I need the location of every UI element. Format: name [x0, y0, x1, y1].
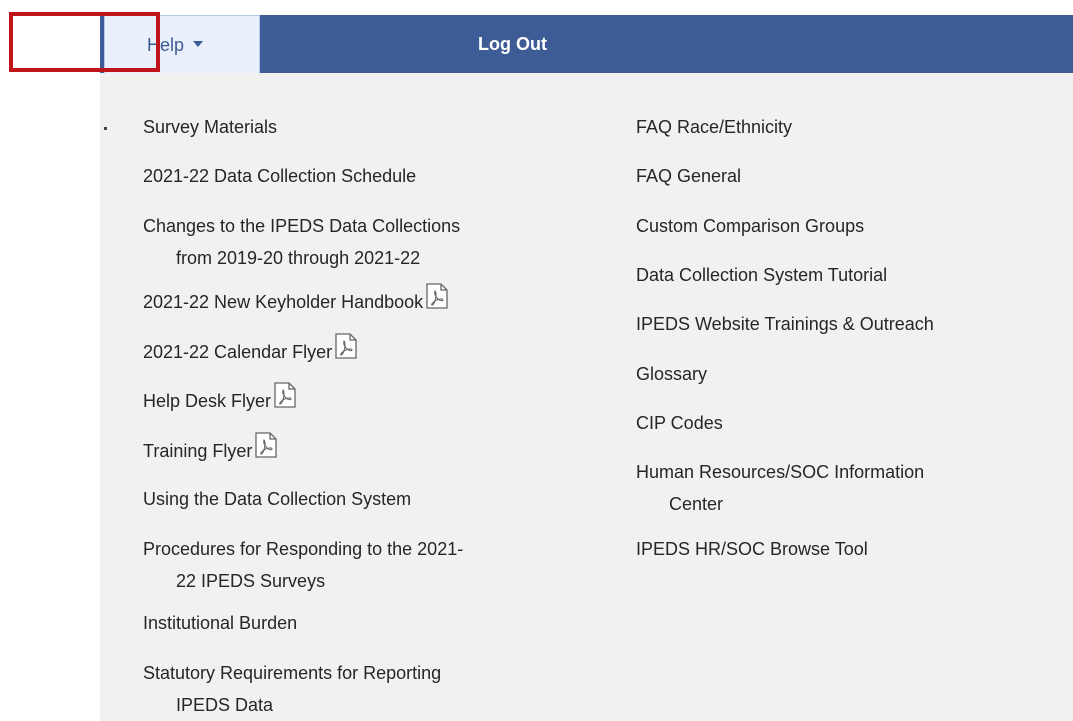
- menu-item-label: FAQ General: [636, 166, 742, 186]
- menu-item-label: Changes to the IPEDS Data Collections: [143, 216, 461, 236]
- menu-item-hr-soc-browse-tool[interactable]: IPEDS HR/SOC Browse Tool: [636, 533, 868, 565]
- menu-item-help-desk-flyer[interactable]: Help Desk Flyer: [143, 382, 297, 420]
- menu-item-faq-general[interactable]: FAQ General: [636, 160, 741, 192]
- menu-item-label: Help Desk Flyer: [143, 390, 272, 411]
- menu-item-label-line2: from 2019-20 through 2021-22: [176, 248, 421, 268]
- menu-item-changes-to-data-collections[interactable]: Changes to the IPEDS Data Collections fr…: [143, 210, 460, 274]
- menu-item-institutional-burden[interactable]: Institutional Burden: [143, 607, 297, 639]
- menu-item-human-resources-soc-info-center[interactable]: Human Resources/SOC Information Center: [636, 456, 924, 520]
- menu-item-keyholder-handbook[interactable]: 2021-22 New Keyholder Handbook: [143, 283, 449, 321]
- menu-item-label-line2: Center: [669, 494, 724, 514]
- menu-item-using-data-collection-system[interactable]: Using the Data Collection System: [143, 483, 411, 515]
- menu-item-label: 2021-22 New Keyholder Handbook: [143, 291, 424, 312]
- menu-item-label: 2021-22 Calendar Flyer: [143, 341, 333, 362]
- menu-item-label: IPEDS Website Trainings & Outreach: [636, 314, 934, 334]
- menu-item-cip-codes[interactable]: CIP Codes: [636, 407, 723, 439]
- menu-item-label: Using the Data Collection System: [143, 489, 412, 509]
- menu-item-label: Training Flyer: [143, 440, 253, 461]
- help-menu-button[interactable]: Help: [104, 15, 260, 73]
- menu-item-label-line2: IPEDS Data: [176, 695, 274, 715]
- pdf-file-icon: [334, 333, 358, 369]
- menu-item-label: IPEDS HR/SOC Browse Tool: [636, 539, 868, 559]
- menu-item-calendar-flyer[interactable]: 2021-22 Calendar Flyer: [143, 333, 358, 371]
- menu-item-label: Custom Comparison Groups: [636, 216, 865, 236]
- menu-item-label: Institutional Burden: [143, 613, 298, 633]
- page: Help Log Out Survey Materials 2021-22 Da…: [0, 0, 1073, 721]
- pdf-file-icon: [425, 283, 449, 319]
- help-menu-label: Help: [147, 35, 185, 55]
- menu-item-label: FAQ Race/Ethnicity: [636, 117, 793, 137]
- menu-item-procedures-for-responding[interactable]: Procedures for Responding to the 2021- 2…: [143, 533, 463, 597]
- menu-item-data-collection-schedule[interactable]: 2021-22 Data Collection Schedule: [143, 160, 416, 192]
- menu-item-data-collection-system-tutorial[interactable]: Data Collection System Tutorial: [636, 259, 887, 291]
- menu-item-label: Survey Materials: [143, 117, 278, 137]
- menu-item-statutory-requirements[interactable]: Statutory Requirements for Reporting IPE…: [143, 657, 441, 721]
- menu-item-label: Statutory Requirements for Reporting: [143, 663, 442, 683]
- bullet-dot: [104, 127, 107, 130]
- menu-item-custom-comparison-groups[interactable]: Custom Comparison Groups: [636, 210, 864, 242]
- caret-down-icon: [193, 41, 204, 48]
- menu-item-label: Human Resources/SOC Information: [636, 462, 925, 482]
- menu-item-label-line2: 22 IPEDS Surveys: [176, 571, 326, 591]
- menu-item-label: Procedures for Responding to the 2021-: [143, 539, 464, 559]
- menu-item-training-flyer[interactable]: Training Flyer: [143, 432, 278, 470]
- menu-item-website-trainings-outreach[interactable]: IPEDS Website Trainings & Outreach: [636, 308, 934, 340]
- menu-item-faq-race-ethnicity[interactable]: FAQ Race/Ethnicity: [636, 111, 792, 143]
- menu-item-label: 2021-22 Data Collection Schedule: [143, 166, 417, 186]
- menu-item-glossary[interactable]: Glossary: [636, 358, 707, 390]
- pdf-file-icon: [273, 382, 297, 418]
- menu-item-label: Glossary: [636, 364, 708, 384]
- menu-item-label: CIP Codes: [636, 413, 723, 433]
- pdf-file-icon: [254, 432, 278, 468]
- logout-link[interactable]: Log Out: [478, 15, 547, 73]
- menu-item-label: Data Collection System Tutorial: [636, 265, 888, 285]
- menu-item-survey-materials[interactable]: Survey Materials: [143, 111, 277, 143]
